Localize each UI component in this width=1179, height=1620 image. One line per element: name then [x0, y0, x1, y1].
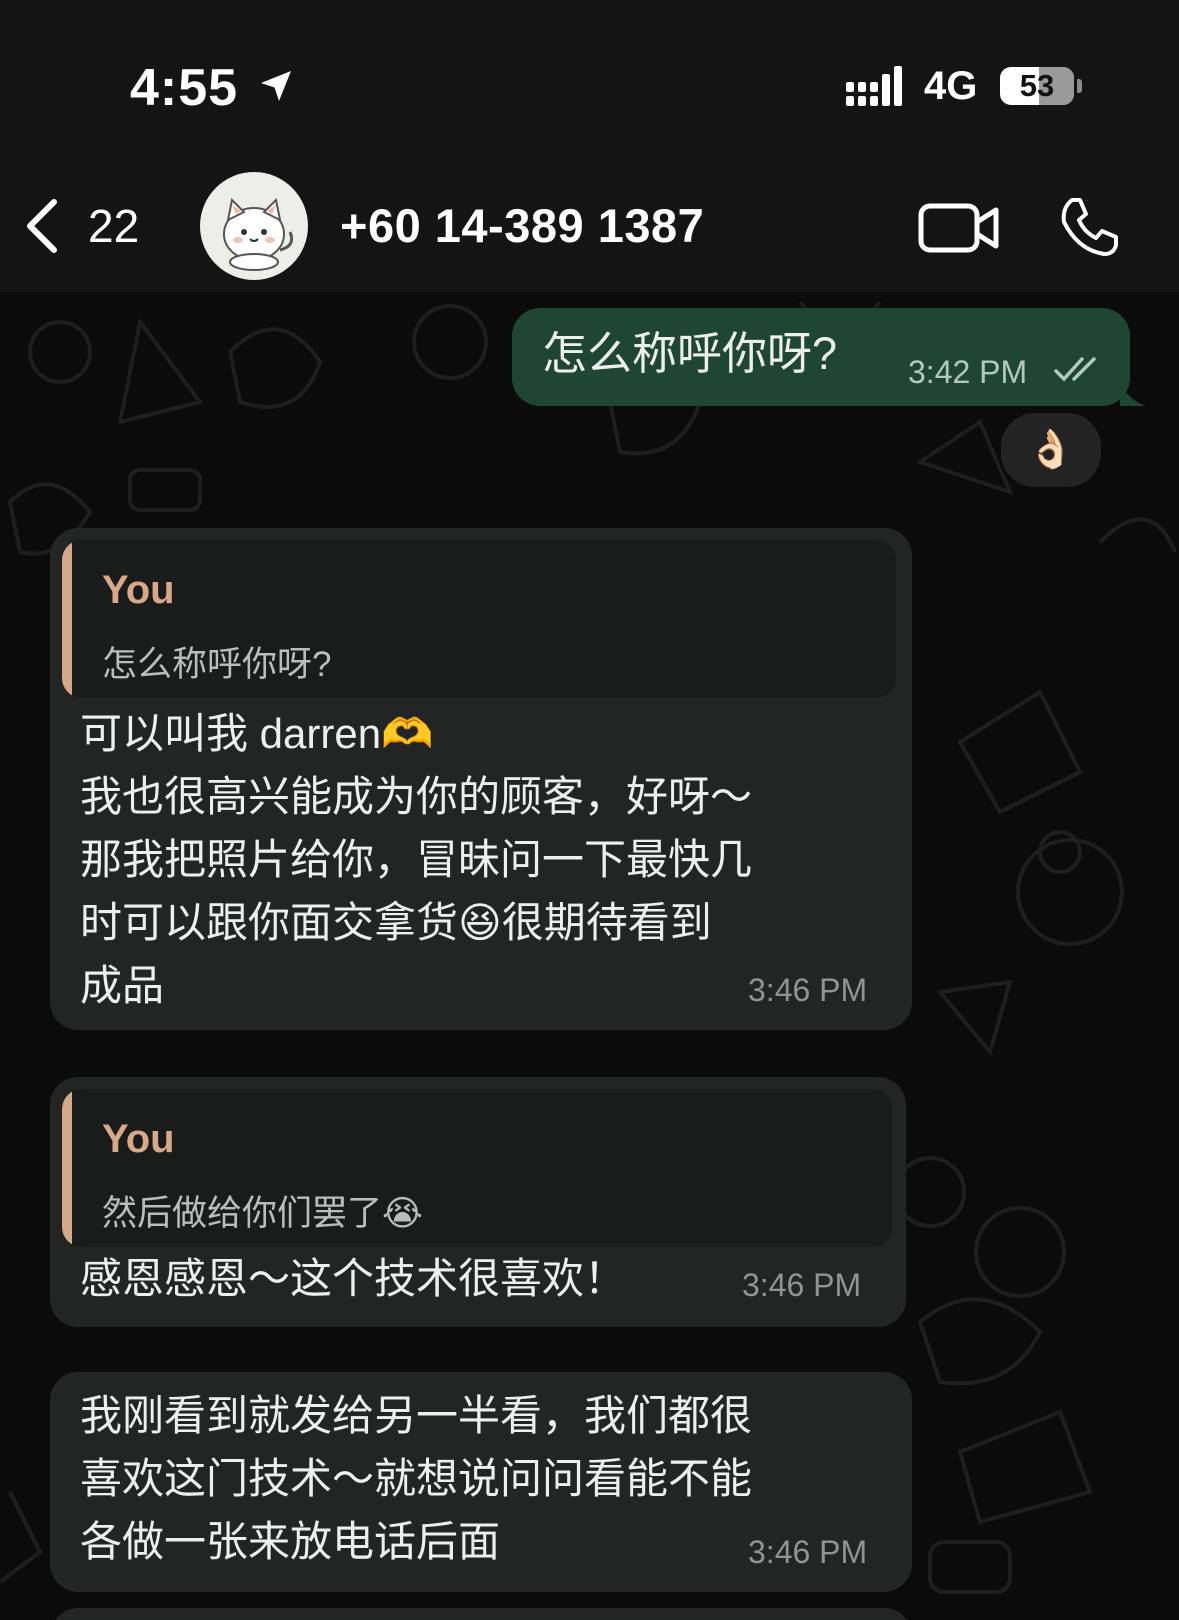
chat-header: 22 +60 14-389 1387 [0, 160, 1179, 292]
location-arrow-icon [261, 71, 291, 101]
message-bubble-incoming-partial[interactable] [50, 1608, 912, 1620]
quote-text: 然后做给你们罢了😭 [102, 1194, 423, 1233]
network-type: 4G [924, 64, 978, 108]
message-reaction[interactable]: 👌🏻 [998, 410, 1104, 490]
quote-accent-bar [62, 540, 72, 698]
message-time: 3:46 PM [742, 1267, 862, 1303]
chat-area[interactable]: 怎么称呼你呀? 3:42 PM 👌🏻 You 怎么称呼你呀? 可以叫我 darr… [0, 292, 1179, 1620]
message-text: 怎么称呼你呀? [542, 328, 838, 379]
battery-nub [1077, 79, 1082, 93]
cat-avatar-icon [223, 197, 294, 271]
quoted-message[interactable]: You 怎么称呼你呀? [62, 540, 896, 698]
phone-call-icon[interactable] [1056, 194, 1122, 260]
contact-name[interactable]: +60 14-389 1387 [340, 198, 704, 253]
video-call-icon[interactable] [918, 200, 1002, 256]
message-bubble-incoming[interactable]: 我刚看到就发给另一半看，我们都很 喜欢这门技术～就想说问问看能不能 各做一张来放… [50, 1372, 912, 1592]
unread-chats-count: 22 [88, 200, 140, 252]
battery-level: 53 [1019, 68, 1055, 103]
message-time: 3:46 PM [748, 1534, 868, 1570]
bubble-tail [1120, 382, 1146, 406]
message-bubble-outgoing[interactable]: 怎么称呼你呀? 3:42 PM [512, 308, 1146, 406]
quote-author: You [102, 1117, 175, 1161]
quote-text: 怎么称呼你呀? [102, 645, 332, 684]
message-bubble-incoming[interactable]: You 然后做给你们罢了😭 感恩感恩～这个技术很喜欢！ 3:46 PM [50, 1077, 906, 1327]
message-time: 3:46 PM [748, 972, 868, 1008]
quoted-message[interactable]: You 然后做给你们罢了😭 [62, 1089, 892, 1247]
quote-author: You [102, 568, 175, 612]
chevron-left-icon [27, 199, 57, 253]
cellular-signal-icon [846, 66, 902, 106]
status-bar: 4:55 4G 53 [0, 0, 1179, 160]
message-text: 感恩感恩～这个技术很喜欢！ [80, 1255, 627, 1302]
back-button[interactable]: 22 [22, 196, 162, 256]
message-time: 3:42 PM [908, 354, 1028, 390]
quote-accent-bar [62, 1089, 72, 1247]
read-receipt-icon [1054, 357, 1096, 382]
status-time: 4:55 [130, 59, 239, 117]
battery-icon: 53 [1000, 67, 1074, 105]
message-text: 可以叫我 darren🫶 我也很高兴能成为你的顾客，好呀～ 那我把照片给你，冒昧… [80, 710, 753, 1009]
contact-avatar[interactable] [200, 172, 308, 280]
message-bubble-incoming[interactable]: You 怎么称呼你呀? 可以叫我 darren🫶 我也很高兴能成为你的顾客，好呀… [50, 528, 912, 1030]
